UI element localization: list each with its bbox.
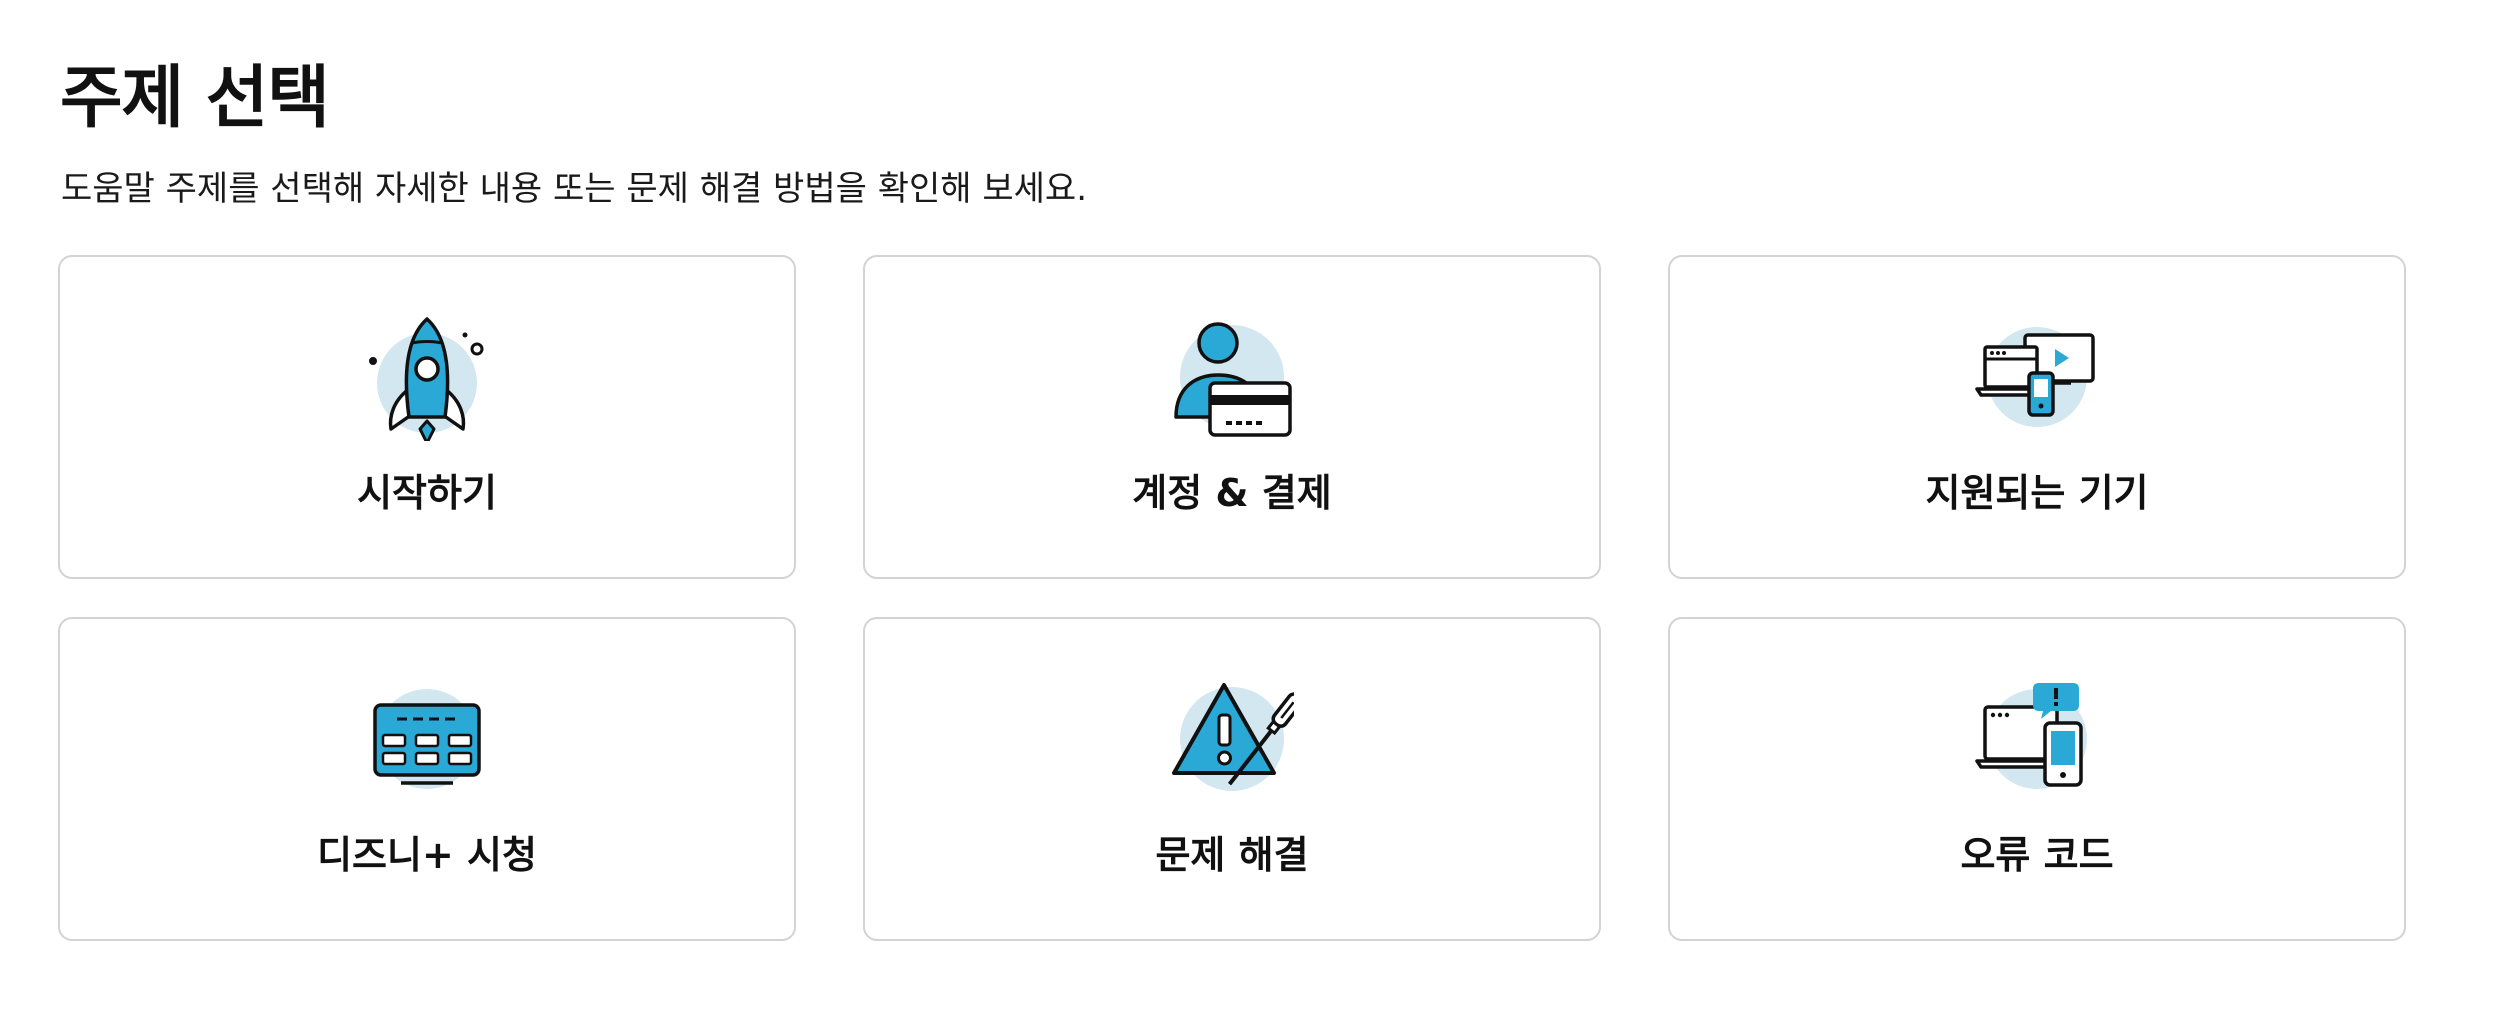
topic-label: 문제 해결 — [1155, 833, 1309, 877]
topic-label: 디즈니+ 시청 — [317, 833, 537, 877]
topic-label: 시작하기 — [357, 471, 497, 515]
devices-icon — [1975, 317, 2099, 441]
warning-screwdriver-icon — [1170, 679, 1294, 803]
topic-card-supported-devices[interactable]: 지원되는 기기 — [1668, 255, 2406, 579]
account-billing-icon — [1170, 317, 1294, 441]
topic-selection-page: 주제 선택 도움말 주제를 선택해 자세한 내용 또는 문제 해결 방법을 확인… — [0, 0, 2506, 1021]
topic-label: 지원되는 기기 — [1925, 471, 2149, 515]
topic-card-account-billing[interactable]: 계정 & 결제 — [863, 255, 1601, 579]
topic-card-watch-disney-plus[interactable]: 디즈니+ 시청 — [58, 617, 796, 941]
topic-grid: 시작하기 계정 & 결제 지원되는 기기 디즈니+ 시청 문제 해결 오류 코드 — [58, 255, 2430, 945]
error-devices-icon — [1975, 679, 2099, 803]
page-title: 주제 선택 — [60, 59, 330, 138]
tv-guide-icon — [365, 679, 489, 803]
rocket-icon — [365, 317, 489, 441]
page-subtitle: 도움말 주제를 선택해 자세한 내용 또는 문제 해결 방법을 확인해 보세요. — [61, 169, 1088, 209]
topic-card-getting-started[interactable]: 시작하기 — [58, 255, 796, 579]
topic-card-error-codes[interactable]: 오류 코드 — [1668, 617, 2406, 941]
topic-label: 오류 코드 — [1960, 833, 2114, 877]
topic-label: 계정 & 결제 — [1132, 471, 1332, 515]
topic-card-troubleshooting[interactable]: 문제 해결 — [863, 617, 1601, 941]
